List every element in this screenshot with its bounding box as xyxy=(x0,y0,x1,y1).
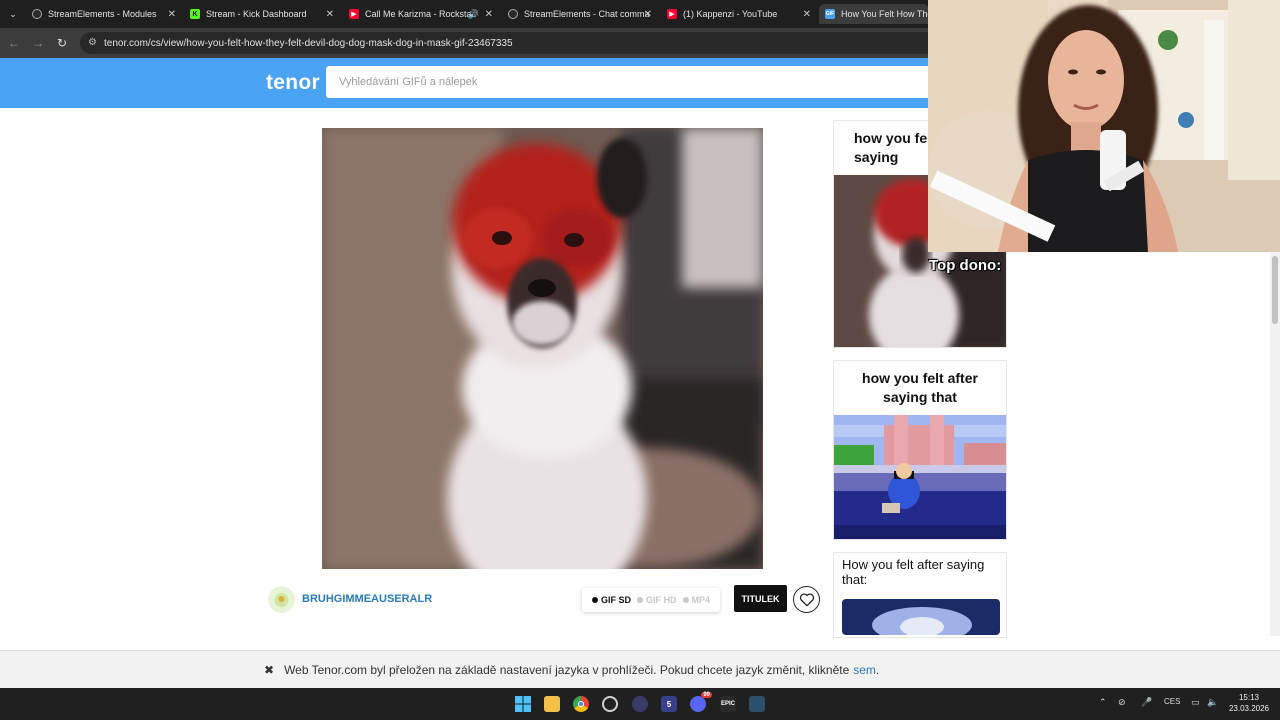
app-icon[interactable] xyxy=(632,696,648,712)
tab-label: (1) Kappenzi - YouTube xyxy=(683,9,778,19)
browser-tab-active[interactable]: GIF How You Felt How They F xyxy=(819,4,929,24)
close-icon[interactable]: ✕ xyxy=(803,9,811,20)
tab-label: StreamElements - Modules xyxy=(48,9,157,19)
tab-label: Call Me Karizma - Rockstar xyxy=(365,9,475,19)
devil-dog-picture xyxy=(322,128,763,569)
streamelements-icon xyxy=(32,9,42,19)
clock-time: 15:13 xyxy=(1238,693,1260,702)
radio-dot-icon xyxy=(682,597,689,603)
language-notice: ✖ Web Tenor.com byl přeložen na základě … xyxy=(0,650,1280,688)
notice-link[interactable]: sem xyxy=(853,663,876,677)
url-field[interactable]: ⚙ tenor.com/cs/view/how-you-felt-how-the… xyxy=(80,32,940,54)
kick-icon: K xyxy=(190,9,200,19)
browser-tab[interactable]: K Stream - Kick Dashboard ✕ xyxy=(184,4,340,24)
app-icon[interactable] xyxy=(749,696,765,712)
related-gif-image xyxy=(842,599,1000,635)
tab-search-icon[interactable]: ⌄ xyxy=(4,6,22,22)
format-selector: GIF SD GIF HD MP4 xyxy=(582,588,720,612)
discord-icon[interactable]: 99 xyxy=(690,692,712,712)
gif-icon: GIF xyxy=(825,9,835,19)
streamer-webcam-image xyxy=(928,0,1280,252)
volume-icon[interactable]: 🔈 xyxy=(1207,697,1218,708)
close-icon[interactable]: ✖ xyxy=(264,663,274,677)
related-caption: how you felt after saying that xyxy=(862,370,978,405)
obs-icon[interactable] xyxy=(602,696,618,712)
search-input[interactable]: Vyhledávání GIFů a nálepek xyxy=(326,66,928,98)
format-label: GIF SD xyxy=(601,595,632,605)
chrome-icon[interactable] xyxy=(573,696,589,712)
audio-playing-icon[interactable]: 🔊 xyxy=(468,9,479,20)
close-icon[interactable]: ✕ xyxy=(168,9,176,20)
network-off-icon[interactable]: ⊘ xyxy=(1118,697,1126,708)
notification-badge: 99 xyxy=(701,692,712,698)
reload-icon[interactable]: ↻ xyxy=(54,35,70,51)
tenor-logo[interactable]: tenor xyxy=(266,71,320,95)
username-link[interactable]: BRUHGIMMEAUSERALR xyxy=(302,593,432,605)
notice-text: Web Tenor.com byl přeložen na základě na… xyxy=(284,662,850,677)
clock-date: 23.03.2026 xyxy=(1228,704,1270,713)
format-label: MP4 xyxy=(691,595,711,605)
streamelements-icon xyxy=(508,9,518,19)
avatar[interactable] xyxy=(268,586,295,613)
url-text: tenor.com/cs/view/how-you-felt-how-they-… xyxy=(104,37,513,49)
related-gif-image xyxy=(834,415,1006,539)
caption-button[interactable]: TITULEK xyxy=(734,585,787,612)
related-gif-3[interactable]: How you felt after saying that: xyxy=(833,552,1007,638)
close-icon[interactable]: ✕ xyxy=(326,9,334,20)
language-indicator[interactable]: CES xyxy=(1164,697,1180,706)
favorite-button[interactable] xyxy=(793,586,820,613)
format-option-gif-hd[interactable]: GIF HD xyxy=(637,595,677,605)
format-label: GIF HD xyxy=(646,595,677,605)
microphone-icon[interactable]: 🎤 xyxy=(1141,697,1152,708)
webcam-overlay xyxy=(928,0,1280,252)
streamlabs-icon[interactable]: 5 xyxy=(661,696,677,712)
tab-label: How You Felt How They F xyxy=(841,9,929,19)
top-donation-label: Top dono: xyxy=(929,257,1002,274)
related-caption: How you felt after saying that: xyxy=(842,557,985,587)
forward-icon[interactable]: → xyxy=(30,35,46,51)
display-icon[interactable]: ▭ xyxy=(1191,697,1200,708)
back-icon[interactable]: ← xyxy=(6,35,22,51)
related-gif-2[interactable]: how you felt after saying that xyxy=(833,360,1007,540)
windows-start-icon[interactable] xyxy=(515,696,531,712)
avatar-image xyxy=(268,586,295,613)
browser-tab[interactable]: ▶ Call Me Karizma - Rockstar 🔊 ✕ xyxy=(343,4,499,24)
close-icon[interactable]: ✕ xyxy=(644,9,652,20)
clock[interactable]: 15:13 23.03.2026 xyxy=(1226,692,1272,714)
radio-dot-icon xyxy=(592,597,598,603)
format-option-mp4[interactable]: MP4 xyxy=(682,595,711,605)
search-placeholder: Vyhledávání GIFů a nálepek xyxy=(339,76,478,88)
windows-logo xyxy=(515,696,531,712)
browser-tab[interactable]: StreamElements - Chat comma ✕ xyxy=(502,4,658,24)
youtube-icon: ▶ xyxy=(667,9,677,19)
radio-dot-icon xyxy=(637,597,644,603)
tab-label: Stream - Kick Dashboard xyxy=(206,9,307,19)
close-icon[interactable]: ✕ xyxy=(485,9,493,20)
site-info-icon[interactable]: ⚙ xyxy=(88,37,97,48)
main-gif-image[interactable] xyxy=(322,128,763,569)
tab-label: StreamElements - Chat comma xyxy=(524,9,650,19)
format-option-gif-sd[interactable]: GIF SD xyxy=(592,595,631,605)
notice-end: . xyxy=(875,662,880,677)
youtube-icon: ▶ xyxy=(349,9,359,19)
show-hidden-icons[interactable]: ⌃ xyxy=(1099,697,1107,708)
epic-games-icon[interactable]: EPIC xyxy=(720,696,736,712)
browser-tab[interactable]: ▶ (1) Kappenzi - YouTube ✕ xyxy=(661,4,817,24)
heart-icon xyxy=(799,593,814,606)
scrollbar-thumb[interactable] xyxy=(1272,256,1278,324)
file-explorer-icon[interactable] xyxy=(544,696,560,712)
browser-tab[interactable]: StreamElements - Modules ✕ xyxy=(26,4,182,24)
